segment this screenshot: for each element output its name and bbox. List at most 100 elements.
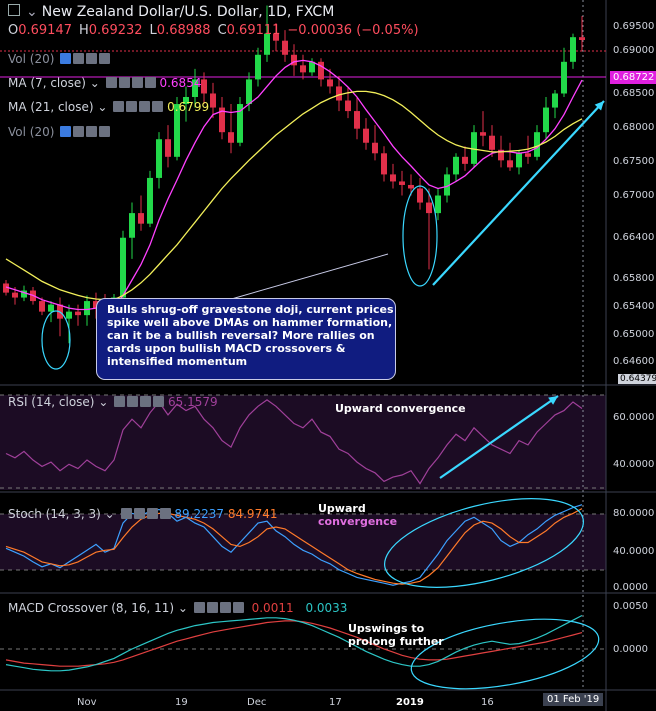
legend-macd-v2: 0.0033 <box>305 601 348 615</box>
candle-body <box>156 139 162 178</box>
candle-body <box>354 111 360 129</box>
stoch-band-bg <box>0 514 606 570</box>
legend-macd[interactable]: MACD Crossover (8, 16, 11) ⌄ 0.0011 0.00… <box>8 601 347 615</box>
ma7-line <box>5 59 583 311</box>
legend-ma21[interactable]: MA (21, close) ⌄ 0.6799 <box>8 100 209 114</box>
chevron-down-icon[interactable]: ⌄ <box>97 100 107 114</box>
price-label: 0.65400 <box>613 301 655 312</box>
legend-stoch-label: Stoch (14, 3, 3) <box>8 507 101 521</box>
collapse-icon[interactable] <box>8 4 20 16</box>
settings-icon[interactable] <box>73 53 85 64</box>
candle-body <box>381 153 387 175</box>
eye-icon[interactable] <box>60 126 72 137</box>
eye-icon[interactable] <box>114 396 126 407</box>
settings-icon[interactable] <box>133 508 145 519</box>
close-icon[interactable] <box>159 508 171 519</box>
annotation-rsi: Upward convergence <box>335 402 466 415</box>
candle-body <box>534 132 540 157</box>
price-label-bottom: 0.64379 <box>618 374 656 384</box>
candle-body <box>408 184 414 189</box>
ma21-line <box>5 90 583 301</box>
ohlc-change: −0.00036 (−0.05%) <box>287 23 419 38</box>
candle-body <box>336 86 342 101</box>
price-label: 0.65000 <box>613 329 655 340</box>
chevron-down-icon[interactable]: ⌄ <box>90 76 100 90</box>
add-icon[interactable] <box>131 77 143 88</box>
legend-ma7[interactable]: MA (7, close) ⌄ 0.6854 <box>8 76 201 90</box>
annotation-box: Bulls shrug-off gravestone doji, current… <box>96 298 396 380</box>
candle-body <box>363 128 369 143</box>
x-axis-label: Dec <box>247 697 267 708</box>
candle-body <box>579 37 585 40</box>
chevron-down-icon[interactable]: ⌄ <box>98 395 108 409</box>
price-label: 0.69500 <box>613 21 655 32</box>
eye-icon[interactable] <box>60 53 72 64</box>
candle-body <box>210 93 216 108</box>
candle-body <box>246 79 252 105</box>
add-icon[interactable] <box>140 396 152 407</box>
settings-icon[interactable] <box>73 126 85 137</box>
ohlc-open-key: O <box>8 23 19 38</box>
legend-vol1-label: Vol (20) <box>8 52 55 66</box>
legend-vol1[interactable]: Vol (20) <box>8 52 111 66</box>
rsi-axis-label: 40.0000 <box>613 459 655 470</box>
macd-axis-label: 0.0000 <box>613 644 648 655</box>
add-icon[interactable] <box>86 126 98 137</box>
add-icon[interactable] <box>86 53 98 64</box>
candle-body <box>201 79 207 94</box>
eye-icon[interactable] <box>113 101 125 112</box>
candle-body <box>120 237 126 298</box>
ohlc-high-key: H <box>79 23 89 38</box>
ohlc-open-value: 0.69147 <box>18 23 72 38</box>
candle-body <box>327 79 333 87</box>
chevron-down-icon[interactable]: ⌄ <box>26 4 38 20</box>
stoch-axis-label: 80.0000 <box>613 508 655 519</box>
candle-body <box>390 174 396 182</box>
add-icon[interactable] <box>146 508 158 519</box>
close-icon[interactable] <box>153 396 165 407</box>
legend-ma7-value: 0.6854 <box>159 76 202 90</box>
legend-vol2[interactable]: Vol (20) <box>8 125 111 139</box>
settings-icon[interactable] <box>118 77 130 88</box>
close-icon[interactable] <box>99 126 111 137</box>
eye-icon[interactable] <box>193 602 205 613</box>
legend-ma21-label: MA (21, close) <box>8 100 94 114</box>
annotation-macd-2: prolong further <box>348 635 444 648</box>
header-symbol: ⌄ New Zealand Dollar/U.S. Dollar, 1D, FXC… <box>8 4 334 20</box>
eye-icon[interactable] <box>120 508 132 519</box>
price-label: 0.66400 <box>613 232 655 243</box>
price-label: 0.69000 <box>613 45 655 56</box>
legend-stoch[interactable]: Stoch (14, 3, 3) ⌄ 89.2237 84.9741 <box>8 507 277 521</box>
candle-body <box>480 132 486 136</box>
ohlc-close-key: C <box>217 23 227 38</box>
price-label: 0.65800 <box>613 273 655 284</box>
eye-icon[interactable] <box>105 77 117 88</box>
settings-icon[interactable] <box>126 101 138 112</box>
chevron-down-icon[interactable]: ⌄ <box>105 507 115 521</box>
rsi-pane-bg <box>0 395 606 490</box>
rsi-axis-label: 60.0000 <box>613 412 655 423</box>
add-icon[interactable] <box>219 602 231 613</box>
x-axis-label: 17 <box>329 697 342 708</box>
date-badge: 01 Feb '19 <box>543 693 604 706</box>
candle-body <box>228 132 234 143</box>
legend-rsi[interactable]: RSI (14, close) ⌄ 65.1579 <box>8 395 218 409</box>
candle-body <box>39 301 45 312</box>
candle-body <box>282 40 288 55</box>
add-icon[interactable] <box>139 101 151 112</box>
close-icon[interactable] <box>99 53 111 64</box>
settings-icon[interactable] <box>206 602 218 613</box>
settings-icon[interactable] <box>127 396 139 407</box>
chevron-down-icon[interactable]: ⌄ <box>178 601 188 615</box>
close-icon[interactable] <box>232 602 244 613</box>
legend-rsi-value: 65.1579 <box>168 395 218 409</box>
legend-ma7-label: MA (7, close) <box>8 76 86 90</box>
close-icon[interactable] <box>152 101 164 112</box>
x-axis-label: 2019 <box>396 697 424 708</box>
highlight-ellipse <box>41 310 71 370</box>
candle-body <box>12 292 18 298</box>
candle-body <box>489 135 495 150</box>
close-icon[interactable] <box>144 77 156 88</box>
candle-body <box>165 139 171 157</box>
candle-body <box>417 188 423 203</box>
